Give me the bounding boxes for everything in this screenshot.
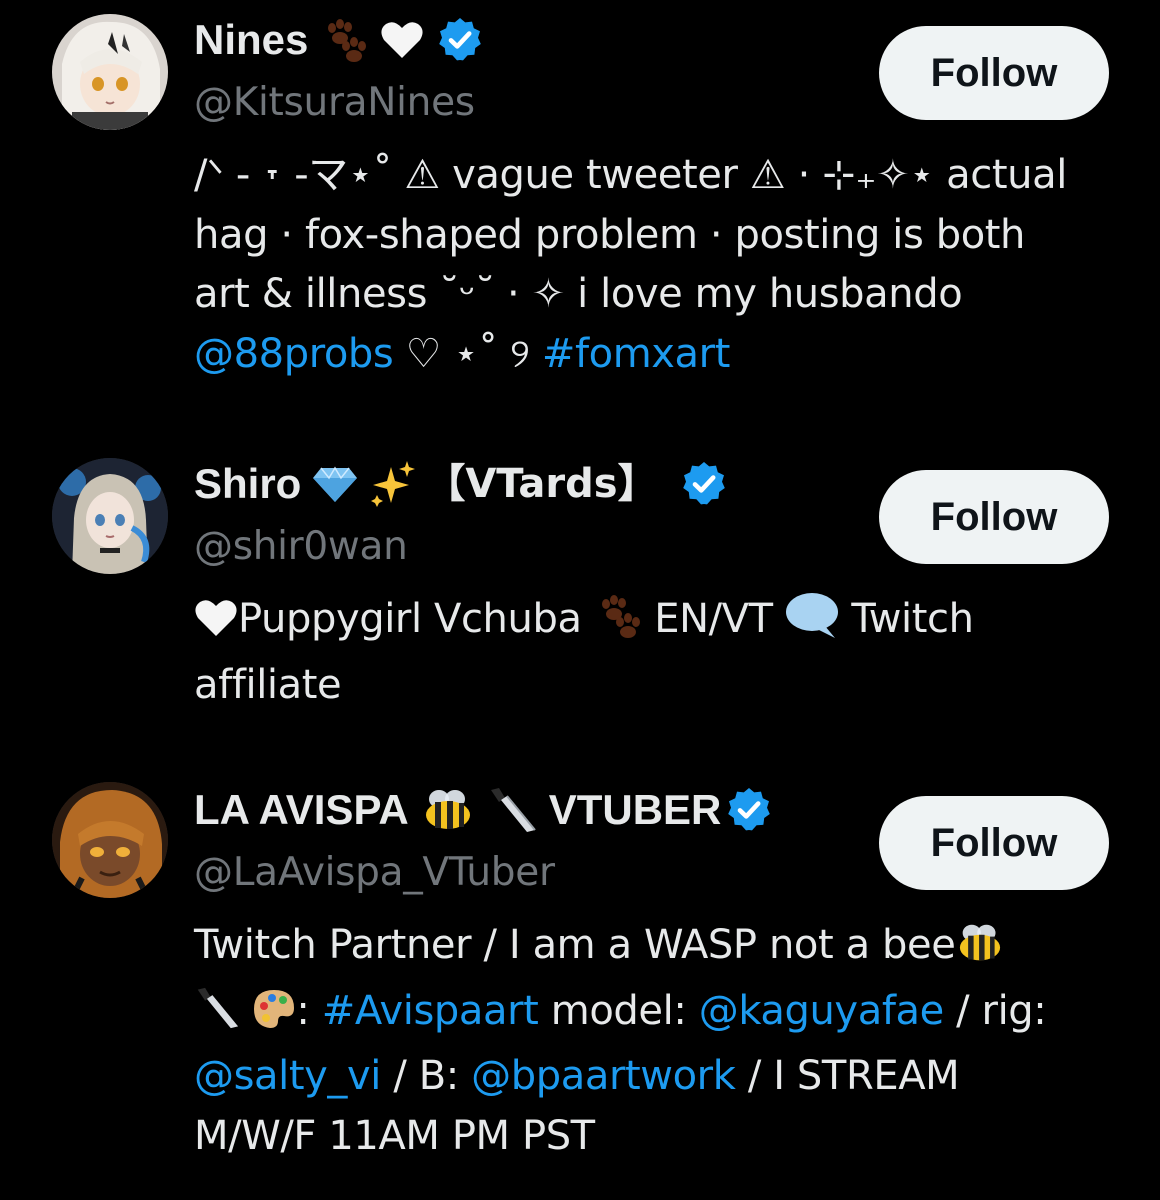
bio-text: Twitch Partner / I am a WASP not a bee (194, 922, 956, 968)
follow-button[interactable]: Follow (879, 470, 1109, 564)
bio-line: art & illness ˘ᵕ˘ · ✧ i love my husbando (194, 271, 963, 317)
avatar-image (52, 14, 168, 130)
bio-line: affiliate (194, 661, 342, 708)
bio-text: ♡ ⋆˚ ୨ (393, 330, 542, 377)
handle[interactable]: @shir0wan (194, 524, 408, 569)
name-suffix: 【VTards】 (425, 461, 658, 507)
name-suffix: VTUBER (548, 786, 722, 833)
display-name[interactable]: Nines (194, 16, 308, 64)
bee-icon (955, 922, 1005, 982)
bio: /ᐠ - ˕ -マ⋆˚ ⚠ vague tweeter ⚠ · ⊹₊✧⋆ act… (194, 146, 1104, 384)
gem-icon (313, 464, 358, 504)
handle[interactable]: @LaAvispa_VTuber (194, 850, 555, 895)
knife-icon (487, 786, 537, 834)
bio-text: : (296, 987, 322, 1034)
bio-text: / rig: (943, 987, 1047, 1034)
bio-line: @salty_vi / B: @bpaartwork / I STREAM (194, 1047, 1104, 1107)
bio-text: Puppygirl Vchuba (238, 596, 594, 642)
bio-text: / I STREAM (735, 1053, 960, 1099)
bio-text: Twitch (839, 596, 974, 642)
paw-prints-icon (594, 594, 642, 656)
avatar[interactable] (52, 14, 168, 130)
sparkles-icon (369, 461, 417, 507)
mention-link[interactable]: @88probs (194, 331, 394, 377)
avatar[interactable] (52, 782, 168, 898)
white-heart-icon (380, 20, 424, 60)
bio-line: Twitch Partner / I am a WASP not a bee (194, 916, 1104, 982)
display-name-row[interactable]: LA AVISPA VTUBER (194, 782, 773, 838)
bio-text: EN/VT (641, 596, 785, 642)
display-name[interactable]: Shiro (194, 460, 301, 508)
knife-icon (194, 986, 240, 1048)
follow-button[interactable]: Follow (879, 26, 1109, 120)
verified-badge-icon[interactable] (680, 460, 728, 508)
hashtag-link[interactable]: #fomxart (542, 331, 731, 377)
bio-text: / B: (381, 1053, 472, 1099)
follow-button[interactable]: Follow (879, 796, 1109, 890)
bee-icon (421, 787, 475, 833)
hashtag-link[interactable]: #Avispaart (322, 988, 539, 1034)
handle[interactable]: @KitsuraNines (194, 80, 475, 125)
paw-prints-icon (320, 18, 368, 62)
speech-bubble-icon (785, 592, 839, 656)
bio-line: @88probs ♡ ⋆˚ ୨ #fomxart (194, 325, 1104, 385)
bio-line: hag · fox-shaped problem · posting is bo… (194, 211, 1026, 258)
bio-line: : #Avispaart model: @kaguyafae / rig: (194, 982, 1104, 1048)
bio: Twitch Partner / I am a WASP not a bee :… (194, 916, 1104, 1166)
palette-icon (252, 988, 296, 1048)
display-name-row[interactable]: Nines (194, 12, 484, 68)
avatar-image (52, 458, 168, 574)
mention-link[interactable]: @salty_vi (194, 1053, 381, 1099)
bio-line: Puppygirl Vchuba EN/VT Twitch (194, 590, 1104, 656)
white-heart-icon (194, 596, 238, 656)
mention-link[interactable]: @bpaartwork (471, 1053, 736, 1099)
display-name[interactable]: LA AVISPA (194, 786, 409, 834)
bio-line: M/W/F 11AM PM PST (194, 1112, 595, 1159)
verified-badge-icon[interactable] (436, 16, 484, 64)
bio-line: /ᐠ - ˕ -マ⋆˚ ⚠ vague tweeter ⚠ · ⊹₊✧⋆ act… (194, 152, 1067, 198)
avatar-image (52, 782, 168, 898)
bio-text: model: (538, 987, 699, 1034)
display-name-row[interactable]: Shiro 【VTards】 (194, 456, 728, 512)
mention-link[interactable]: @kaguyafae (699, 988, 945, 1034)
bio: Puppygirl Vchuba EN/VT Twitch affiliate (194, 590, 1104, 715)
verified-badge-icon[interactable] (725, 786, 773, 834)
avatar[interactable] (52, 458, 168, 574)
